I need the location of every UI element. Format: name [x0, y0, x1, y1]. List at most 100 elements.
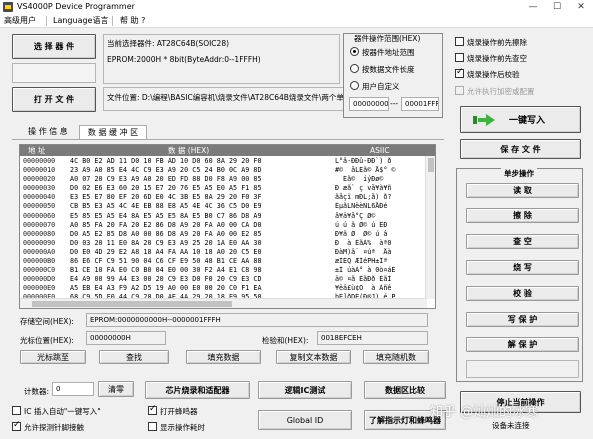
- grid-cell-hex[interactable]: A5 EB E4 A3 F9 A2 D5 19 A0 00 E0 00 20 C…: [70, 284, 325, 293]
- copy-text-button[interactable]: 复制文本数据: [276, 350, 351, 364]
- buzzer-checkbox[interactable]: [148, 404, 157, 415]
- open-file-button[interactable]: 打 开 文 件: [12, 87, 96, 112]
- close-button[interactable]: ✕: [569, 0, 593, 14]
- range-group-title: 器件操作范围(HEX): [354, 34, 421, 43]
- grid-cell-hex[interactable]: D0 E0 4D 29 E2 A8 18 A4 FA AA 10 18 A0 2…: [70, 248, 325, 257]
- counter-input[interactable]: 0: [52, 382, 94, 396]
- one-click-write-button[interactable]: 一键写入: [460, 106, 581, 133]
- grid-cell-ascii[interactable]: æÏÉQ ÆÏéPH±Îª: [335, 257, 433, 266]
- grid-cell-ascii[interactable]: ±Î úàÀ° à 0ò¤áÈ: [335, 266, 433, 275]
- erase-button[interactable]: 擦 除: [466, 208, 579, 223]
- unprotect-button[interactable]: 解 保 护: [466, 337, 579, 352]
- read-button[interactable]: 读 取: [466, 183, 579, 198]
- chip-adapter-button[interactable]: 芯片烧录和适配器: [145, 381, 250, 399]
- window-title: VS4000P Device Programmer: [17, 2, 135, 11]
- grid-cell-hex[interactable]: A0 85 FA 20 FA 20 E2 86 D8 A9 20 FA A0 0…: [70, 221, 325, 230]
- grid-cell-hex[interactable]: E4 A9 00 99 A4 E3 00 20 C9 E3 D0 F0 20 C…: [70, 275, 325, 284]
- grid-cell-ascii[interactable]: ú ú â Ø© ú ÊÐ: [335, 221, 433, 230]
- grid-cell-hex[interactable]: B1 CE 10 FA E0 C0 B0 04 E0 00 30 F2 A4 E…: [70, 266, 325, 275]
- range-radio-file[interactable]: [350, 64, 359, 73]
- grid-cell-ascii[interactable]: ¥ëä£ù¢Õ à Àñê: [335, 284, 433, 293]
- find-button[interactable]: 查找: [99, 350, 169, 364]
- grid-cell-hex[interactable]: E5 85 E5 A5 E4 8A E5 A5 E5 8A E5 B0 C7 8…: [70, 212, 325, 221]
- status-blank-box: [466, 360, 579, 378]
- grid-cell-hex[interactable]: D0 02 E6 E3 60 20 15 E7 20 76 E5 A5 E0 A…: [70, 184, 325, 193]
- select-device-button[interactable]: 选 择 器 件: [12, 34, 96, 59]
- grid-cell-address: 000000A0: [23, 247, 56, 256]
- program-button[interactable]: 烧 写: [466, 260, 579, 275]
- menu-language[interactable]: Language语言: [53, 15, 108, 27]
- grid-cell-hex[interactable]: 23 A9 A0 85 E4 4C C9 E3 A9 20 C5 24 B0 0…: [70, 166, 325, 175]
- grid-cell-ascii[interactable]: #© åLÉã© Å$° ©: [335, 166, 433, 175]
- tab-data-buffer[interactable]: 数 据 缓 冲 区: [79, 125, 147, 139]
- erase-before-label: 烧录操作前先擦除: [467, 38, 527, 47]
- save-file-button[interactable]: 保 存 文 件: [460, 139, 581, 159]
- grid-vertical-scrollbar[interactable]: [425, 156, 435, 299]
- verify-button[interactable]: 校 验: [466, 286, 579, 301]
- grid-cell-ascii[interactable]: Ð¥â Ø Ø© ú â: [335, 230, 433, 239]
- grid-cell-ascii[interactable]: ÐàM)â¨ ¤úª Åà: [335, 248, 433, 257]
- menu-advanced-user[interactable]: 高级用户: [4, 15, 36, 27]
- one-click-write-label: 一键写入: [509, 116, 546, 126]
- pin-probe-checkbox[interactable]: [12, 420, 21, 431]
- grid-cell-ascii[interactable]: ä© ¤ã ÉãÐð ÉãÍ: [335, 275, 433, 284]
- tab-divider: [12, 139, 444, 140]
- grid-cell-ascii[interactable]: ãåçï mÐL;å) ð?: [335, 193, 433, 202]
- fill-random-button[interactable]: 填充随机数: [363, 350, 429, 364]
- grid-cell-ascii[interactable]: ËµãLNëèNL6ÅÐé: [335, 202, 433, 211]
- range-start-input[interactable]: 00000000: [349, 97, 389, 111]
- range-radio-device[interactable]: [350, 47, 359, 56]
- grid-horizontal-scrollbar[interactable]: [20, 298, 427, 308]
- clear-counter-button[interactable]: 清零: [98, 381, 134, 397]
- menu-help[interactable]: 帮 助 ?: [120, 15, 145, 27]
- grid-cell-ascii[interactable]: å¥ä¥å°Ç Ø©: [335, 212, 433, 221]
- menu-separator: [46, 16, 47, 26]
- grid-cell-address: 00000010: [23, 166, 56, 175]
- blank-check-before-checkbox[interactable]: [455, 53, 464, 62]
- verify-after-checkbox[interactable]: [455, 67, 464, 78]
- range-option-custom: 用户自定义: [362, 82, 400, 91]
- grid-cell-hex[interactable]: E3 E5 E7 80 EF 20 6D E0 4C 3B E5 8A 29 2…: [70, 193, 325, 202]
- auto-write-checkbox[interactable]: [12, 406, 21, 415]
- erase-before-checkbox[interactable]: [455, 37, 464, 46]
- grid-cell-hex[interactable]: 4C B0 E2 AD 11 D0 10 FB AD 10 D0 60 8A 2…: [70, 157, 325, 166]
- grid-header-ascii: ASIIC: [370, 146, 390, 155]
- logic-ic-test-button[interactable]: 逻辑IC测试: [258, 381, 352, 399]
- fill-data-button[interactable]: 填充数据: [186, 350, 261, 364]
- write-protect-button[interactable]: 写 保 护: [466, 312, 579, 327]
- file-location-text: 文件位置: D:\编程\BASIC编容机\烧录文件\AT28C64B烧录文件\两…: [107, 93, 344, 102]
- global-id-button[interactable]: Global ID: [258, 410, 352, 430]
- buzzer-label: 打开蜂鸣器: [160, 407, 198, 416]
- write-arrow-icon: [473, 113, 495, 126]
- range-option-device: 按器件地址范围: [362, 48, 415, 57]
- goto-cursor-button[interactable]: 光标跳至: [20, 350, 86, 364]
- tab-operation-info[interactable]: 操 作 信 息: [19, 125, 77, 139]
- minimize-button[interactable]: —: [521, 0, 545, 14]
- blank-check-button[interactable]: 查 空: [466, 234, 579, 249]
- show-time-checkbox[interactable]: [148, 422, 157, 431]
- hscroll-thumb[interactable]: [32, 301, 232, 307]
- checksum-label: 检验和(HEX):: [262, 336, 309, 345]
- blank-check-before-label: 烧录操作前先查空: [467, 54, 527, 63]
- grid-cell-hex[interactable]: A0 07 20 C9 E3 A9 A0 20 ED FD 88 D0 F8 A…: [70, 175, 325, 184]
- grid-cell-address: 000000C0: [23, 266, 56, 275]
- grid-cell-hex[interactable]: D0 03 20 11 E0 8A 20 C9 E3 A9 25 20 1A E…: [70, 239, 325, 248]
- range-radio-custom[interactable]: [350, 81, 359, 90]
- grid-cell-hex[interactable]: CB B5 E3 A5 4C 4E EB 88 E8 A5 4E 4C 36 C…: [70, 202, 325, 211]
- maximize-button[interactable]: ☐: [545, 0, 569, 14]
- grid-cell-ascii[interactable]: Ð æã` ç vå¥à¥ñ: [335, 184, 433, 193]
- data-buffer-grid[interactable]: 地 址 数 据 (HEX) ASIIC 00000000 4C B0 E2 AD …: [19, 144, 436, 309]
- grid-cell-hex[interactable]: 86 E6 CF C9 51 90 04 C6 CF E9 50 48 B1 C…: [70, 257, 325, 266]
- options-panel: 烧录操作前先擦除 烧录操作前先查空 烧录操作后校验 允许执行加密或配置: [452, 33, 582, 101]
- grid-cell-ascii[interactable]: L°â-ÐÐû-ÐÐ`) ð: [335, 157, 433, 166]
- cursor-position-label: 光标位置(HEX):: [20, 336, 74, 345]
- grid-cell-address: 000000E0: [23, 284, 56, 293]
- grid-cell-ascii[interactable]: Ð à ÉãÀ% àª0: [335, 239, 433, 248]
- data-compare-button[interactable]: 数据区比较: [364, 381, 446, 399]
- title-bar: VS4000P Device Programmer — ☐ ✕: [0, 0, 593, 14]
- grid-cell-hex[interactable]: D0 A5 E2 85 D8 A0 00 86 D8 A9 20 FA A0 0…: [70, 230, 325, 239]
- grid-cell-ascii[interactable]: Éã© íýÐø©: [335, 175, 433, 184]
- allow-encrypt-checkbox[interactable]: [455, 86, 464, 95]
- scroll-thumb[interactable]: [428, 158, 434, 172]
- range-end-input[interactable]: 00001FFF: [401, 97, 439, 111]
